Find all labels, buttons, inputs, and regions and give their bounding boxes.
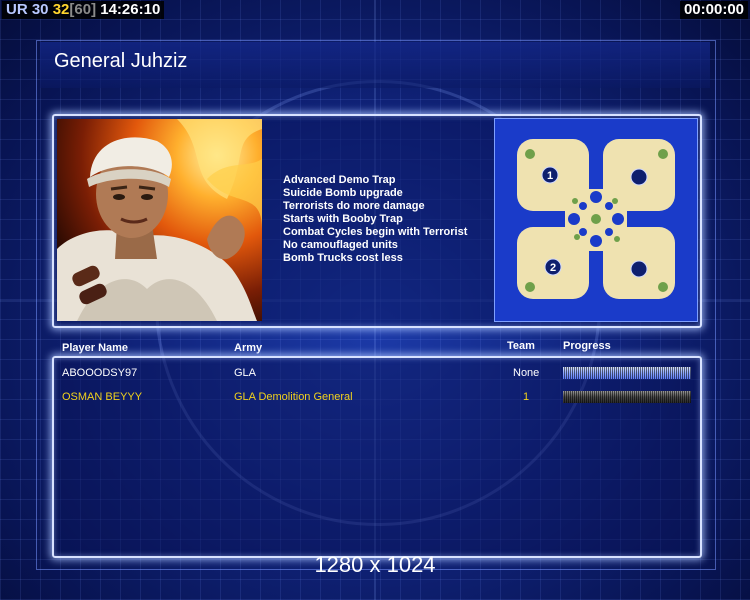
hud-value-a: 30 <box>31 1 49 18</box>
player-team: 1 <box>523 391 530 403</box>
header-army: Army <box>234 342 263 354</box>
player-progress-bar <box>563 391 691 403</box>
hud-value-c: [60] <box>69 1 97 18</box>
map-terrain: 1 2 <box>517 139 675 299</box>
hud-ur-label: UR <box>6 1 28 18</box>
general-title: General Juhziz <box>54 50 188 72</box>
hud-clock: 14:26:10 <box>100 1 161 18</box>
bonus-item: Suicide Bomb upgrade <box>283 187 403 199</box>
players-panel <box>52 356 702 558</box>
resolution-label: 1280 x 1024 <box>314 552 436 577</box>
header-progress: Progress <box>563 340 611 352</box>
map-preview: 1 2 <box>494 118 698 322</box>
bonus-item: Bomb Trucks cost less <box>283 252 403 264</box>
header-team: Team <box>507 340 535 352</box>
player-army: GLA <box>234 367 257 379</box>
hud-stats: UR 30 32[60] 14:26:10 <box>2 1 165 19</box>
bonus-item: Starts with Booby Trap <box>283 213 403 225</box>
player-army: GLA Demolition General <box>234 391 353 403</box>
player-name: OSMAN BEYYY <box>62 391 143 403</box>
general-portrait-art <box>57 119 262 321</box>
hud-value-b: 32 <box>52 1 70 18</box>
general-bonus-list: Advanced Demo Trap Suicide Bomb upgrade … <box>283 174 467 265</box>
player-name: ABOOODSY97 <box>62 367 138 379</box>
player-team: None <box>513 367 540 379</box>
bonus-item: Terrorists do more damage <box>283 200 425 212</box>
start-position-label: 1 <box>547 170 553 182</box>
general-portrait <box>57 119 262 321</box>
bonus-item: Combat Cycles begin with Terrorist <box>283 226 468 238</box>
bonus-item: Advanced Demo Trap <box>283 174 396 186</box>
hud-timer: 00:00:00 <box>679 1 748 19</box>
start-position-label: 2 <box>550 262 556 274</box>
player-progress-bar <box>563 367 691 379</box>
bonus-item: No camouflaged units <box>283 239 398 251</box>
header-player-name: Player Name <box>62 342 129 354</box>
